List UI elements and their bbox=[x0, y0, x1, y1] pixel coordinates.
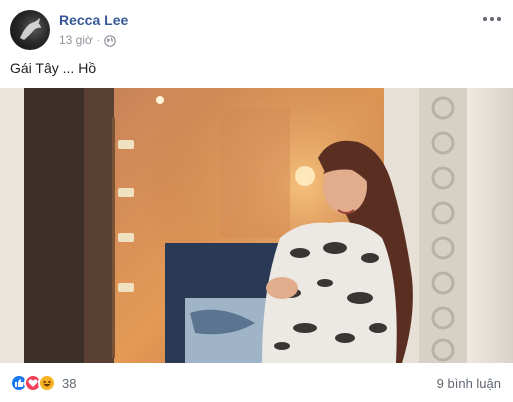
post-photo[interactable] bbox=[0, 88, 513, 363]
post-footer: 38 9 bình luận bbox=[0, 366, 513, 402]
author-name[interactable]: Recca Lee bbox=[59, 12, 128, 28]
reactions-summary[interactable]: 38 bbox=[10, 374, 76, 392]
post-header: Recca Lee 13 giờ · bbox=[10, 8, 503, 52]
globe-icon[interactable] bbox=[104, 34, 117, 47]
avatar[interactable] bbox=[10, 10, 50, 50]
comments-count[interactable]: 9 bình luận bbox=[437, 376, 501, 391]
reaction-count[interactable]: 38 bbox=[62, 376, 76, 391]
post-caption: Gái Tây ... Hồ bbox=[10, 60, 97, 76]
more-options-icon[interactable] bbox=[483, 14, 501, 24]
haha-icon bbox=[38, 374, 56, 392]
post-time[interactable]: 13 giờ bbox=[59, 33, 93, 47]
post-meta: 13 giờ · bbox=[59, 33, 117, 47]
post-card: Recca Lee 13 giờ · Gái Tây ... Hồ 38 9 b… bbox=[0, 0, 513, 402]
meta-separator: · bbox=[96, 34, 101, 46]
